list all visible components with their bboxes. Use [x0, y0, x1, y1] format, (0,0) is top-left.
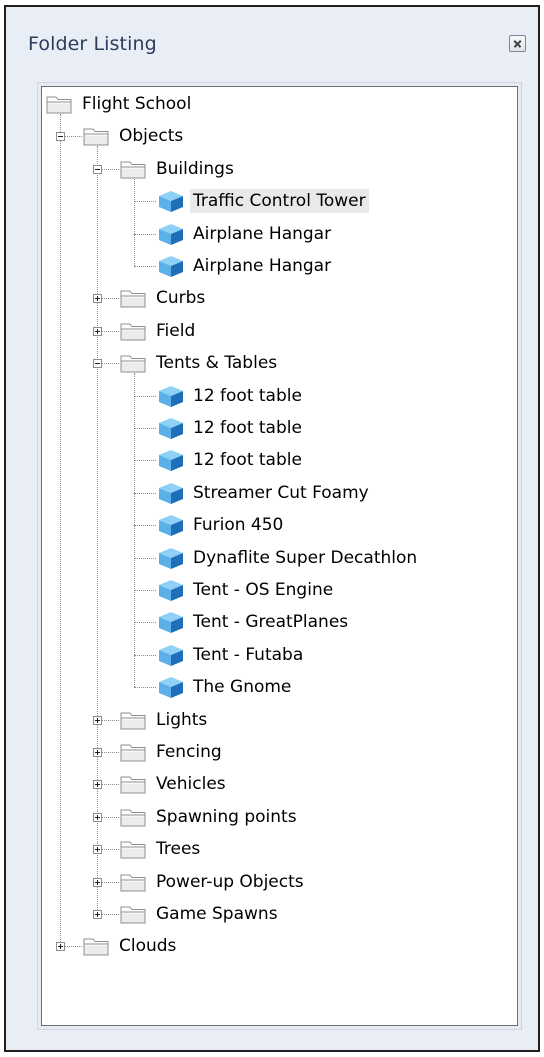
cube-icon [156, 578, 186, 602]
tree-node-label: Streamer Cut Foamy [193, 482, 369, 503]
expand-power-up-objects-toggle[interactable] [93, 877, 102, 887]
tree-connector [134, 687, 156, 689]
tree-node-label: Curbs [156, 288, 206, 309]
folder-icon [119, 319, 149, 343]
tree-node-label: 12 foot table [193, 385, 302, 406]
tree-node-label: Buildings [156, 158, 234, 179]
expand-field-toggle[interactable] [93, 326, 102, 336]
folder-icon [82, 934, 112, 958]
cube-icon [156, 189, 186, 213]
tree-connector [60, 114, 61, 947]
tree-connector [134, 557, 156, 559]
folder-icon [82, 124, 112, 148]
cube-icon [156, 610, 186, 634]
tree-node-label: Flight School [82, 94, 192, 114]
tree-node-label: 12 foot table [193, 450, 302, 471]
tree-node-label: Traffic Control Tower [190, 189, 369, 214]
window-title: Folder Listing [28, 33, 157, 55]
folder-icon [119, 286, 149, 310]
folder-icon [119, 837, 149, 861]
tree-node-label: Vehicles [156, 774, 226, 795]
expand-game-spawns-toggle[interactable] [93, 910, 102, 919]
tree-node-label: Tent - OS Engine [193, 580, 334, 600]
tree-node-label: Trees [156, 839, 201, 860]
tree-connector [134, 428, 156, 429]
cube-icon [156, 222, 186, 246]
tree-node-label: Tents & Tables [156, 353, 278, 374]
expand-spawning-points-toggle[interactable] [93, 812, 102, 822]
cube-icon [156, 675, 186, 699]
folder-icon [119, 157, 149, 181]
tree-connector [134, 654, 156, 656]
folder-icon [119, 708, 149, 732]
expand-clouds-toggle[interactable] [56, 942, 65, 952]
tree-connector [134, 266, 156, 267]
folder-icon [119, 870, 149, 894]
tree-node-label: Tent - Futaba [193, 644, 304, 665]
tree-connector [134, 525, 156, 527]
expand-curbs-toggle[interactable] [93, 294, 102, 304]
tree-connector [134, 373, 135, 688]
tree-node-label: Field [156, 320, 196, 341]
cube-icon [156, 448, 186, 472]
tree-connector [134, 622, 156, 624]
cube-icon [156, 416, 186, 440]
cube-icon [156, 643, 186, 667]
cube-icon [156, 384, 186, 408]
tree-node-label: Furion 450 [193, 515, 284, 536]
tree-node-label: Airplane Hangar [193, 256, 332, 276]
tree-node-label: The Gnome [193, 677, 292, 698]
expand-trees-toggle[interactable] [93, 845, 102, 855]
collapse-buildings-toggle[interactable] [93, 164, 102, 174]
expand-vehicles-toggle[interactable] [93, 780, 102, 790]
cube-icon [156, 481, 186, 505]
tree-connector [134, 590, 156, 591]
tree-connector [97, 146, 98, 914]
cube-icon [156, 513, 186, 537]
cube-icon [156, 546, 186, 570]
tree-connector [134, 233, 156, 235]
collapse-objects-toggle[interactable] [56, 132, 65, 142]
tree-node-label: Lights [156, 709, 208, 730]
expand-lights-toggle[interactable] [93, 715, 102, 725]
folder-icon [45, 92, 75, 116]
folder-icon [119, 351, 149, 375]
cube-icon [156, 254, 186, 278]
tree-connector [134, 460, 156, 462]
tree-node-label: Spawning points [156, 806, 297, 827]
tree-node-label: Fencing [156, 742, 222, 762]
folder-listing-window: Folder Listing Flight School Objects Build… [4, 5, 540, 1052]
collapse-tents-and-tables-toggle[interactable] [93, 359, 102, 369]
tree-panel: Flight School Objects Buildings Traffic Con… [37, 82, 522, 1030]
close-icon[interactable] [509, 35, 526, 52]
folder-tree[interactable]: Flight School Objects Buildings Traffic Con… [41, 86, 518, 1026]
folder-icon [119, 902, 149, 926]
tree-node-label: Game Spawns [156, 904, 278, 924]
tree-node-label: Airplane Hangar [193, 223, 332, 244]
tree-node-label: Clouds [119, 936, 177, 957]
folder-icon [119, 772, 149, 796]
tree-connector [134, 492, 156, 494]
expand-fencing-toggle[interactable] [93, 748, 102, 757]
tree-connector [134, 178, 135, 266]
tree-connector [134, 395, 156, 397]
folder-icon [119, 805, 149, 829]
tree-node-label: Objects [119, 126, 184, 147]
tree-node-label: Tent - GreatPlanes [193, 612, 349, 633]
tree-node-label: 12 foot table [193, 418, 302, 438]
folder-icon [119, 740, 149, 764]
tree-node-label: Dynaflite Super Decathlon [193, 547, 418, 568]
tree-connector [134, 201, 156, 203]
title-bar: Folder Listing [6, 7, 538, 63]
tree-node-label: Power-up Objects [156, 871, 304, 892]
